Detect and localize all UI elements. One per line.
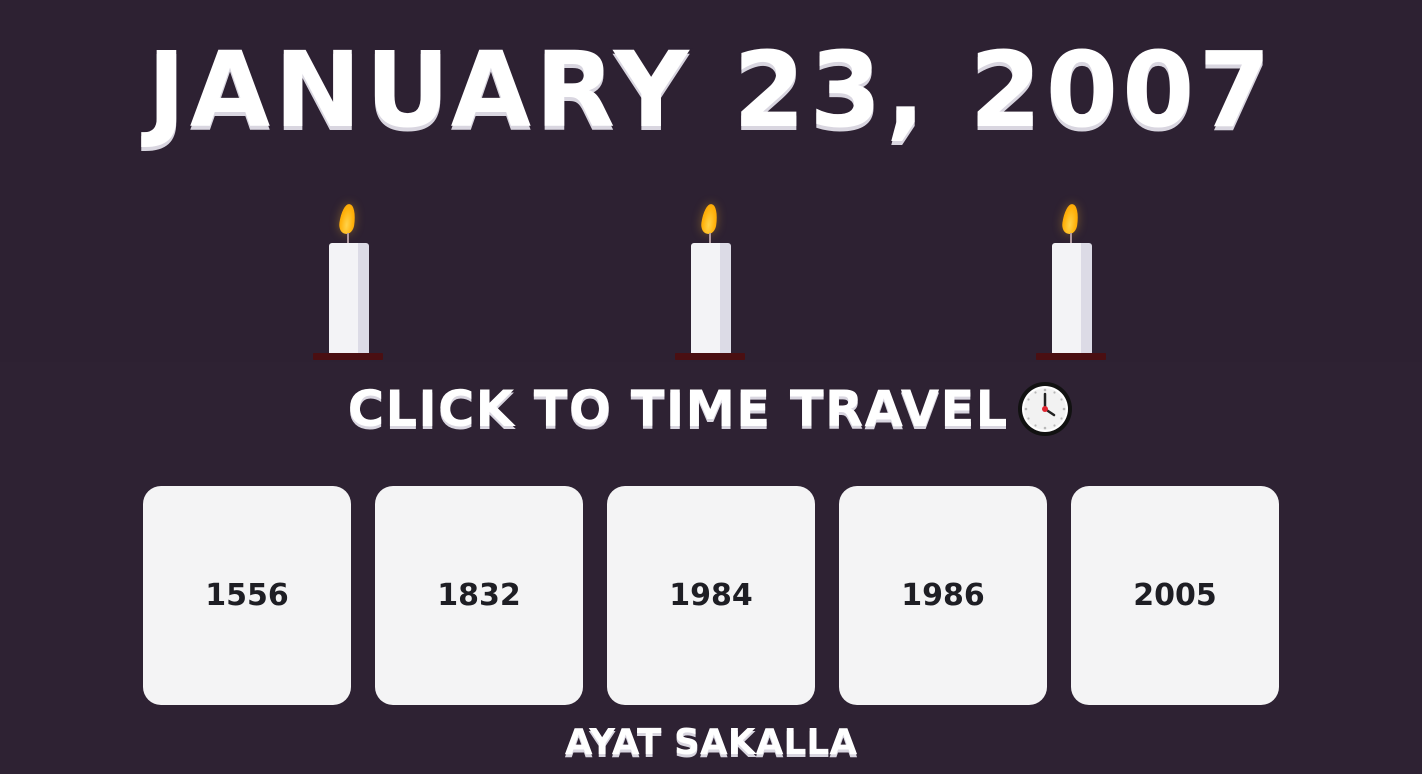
wick [347,233,349,243]
year-button-1556[interactable]: 1556 [143,486,351,705]
candle-holder [313,353,383,360]
year-label: 1984 [669,578,753,613]
clock-icon [1016,380,1074,438]
time-travel-label: CLICK TO TIME TRAVEL [347,379,1009,439]
candle-body [1052,243,1092,353]
year-label: 1986 [901,578,985,613]
flame-icon [699,203,720,235]
year-button-1984[interactable]: 1984 [607,486,815,705]
year-label: 1556 [205,578,289,613]
candle-body [329,243,369,353]
page-title: JANUARY 23, 2007 [146,29,1275,152]
year-button-1832[interactable]: 1832 [375,486,583,705]
year-button-1986[interactable]: 1986 [839,486,1047,705]
candle-right [1036,200,1108,362]
candle-holder [1036,353,1106,360]
candle-left [313,200,385,362]
wick [1070,233,1072,243]
time-travel-prompt: CLICK TO TIME TRAVEL [0,376,1422,442]
year-label: 1832 [437,578,521,613]
flame-icon [337,203,358,235]
candle-middle [675,200,747,362]
page: JANUARY 23, 2007 CLICK TO TIME TRAVEL 15… [0,0,1422,774]
year-label: 2005 [1133,578,1217,613]
candle-body [691,243,731,353]
year-options: 1556 1832 1984 1986 2005 [143,486,1279,706]
wick [709,233,711,243]
flame-icon [1060,203,1081,235]
year-button-2005[interactable]: 2005 [1071,486,1279,705]
author-name: AYAT SAKALLA [564,721,858,764]
candle-holder [675,353,745,360]
